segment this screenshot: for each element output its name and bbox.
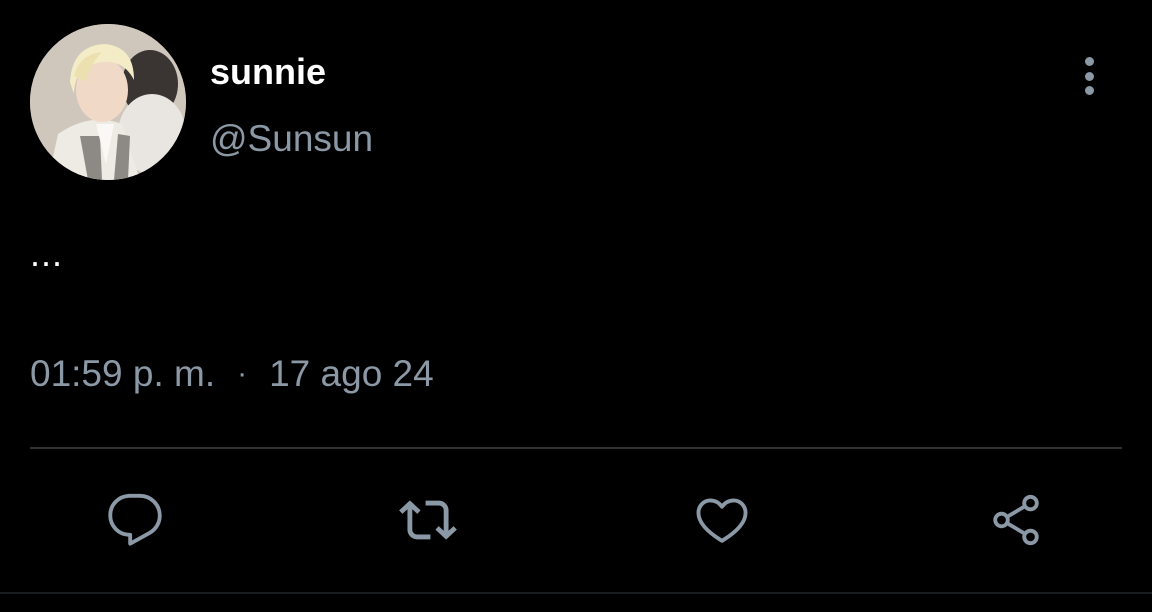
more-options-button[interactable] [1072, 55, 1106, 97]
tweet-time: 01:59 p. m. [30, 353, 216, 394]
more-options-icon [1084, 57, 1094, 66]
reply-button[interactable] [103, 488, 167, 552]
divider [30, 447, 1122, 449]
share-button[interactable] [984, 488, 1048, 552]
like-button[interactable] [690, 488, 754, 552]
avatar[interactable] [30, 24, 186, 180]
heart-icon [696, 498, 748, 543]
retweet-button[interactable] [396, 488, 460, 552]
display-name[interactable]: sunnie [210, 52, 326, 92]
share-icon [993, 494, 1039, 546]
avatar-photo [30, 24, 186, 180]
meta-separator: · [237, 357, 248, 390]
tweet-timestamp[interactable]: 01:59 p. m. · 17 ago 24 [30, 352, 434, 396]
tweet-date: 17 ago 24 [269, 353, 434, 394]
tweet-text: ... [30, 233, 64, 274]
tweet-detail: sunnie @Sunsun ... 01:59 p. m. · 17 ago … [0, 0, 1152, 612]
bottom-divider [0, 592, 1152, 594]
chat-bubble-icon [108, 493, 162, 546]
user-handle[interactable]: @Sunsun [210, 118, 373, 160]
retweet-icon [399, 500, 457, 540]
